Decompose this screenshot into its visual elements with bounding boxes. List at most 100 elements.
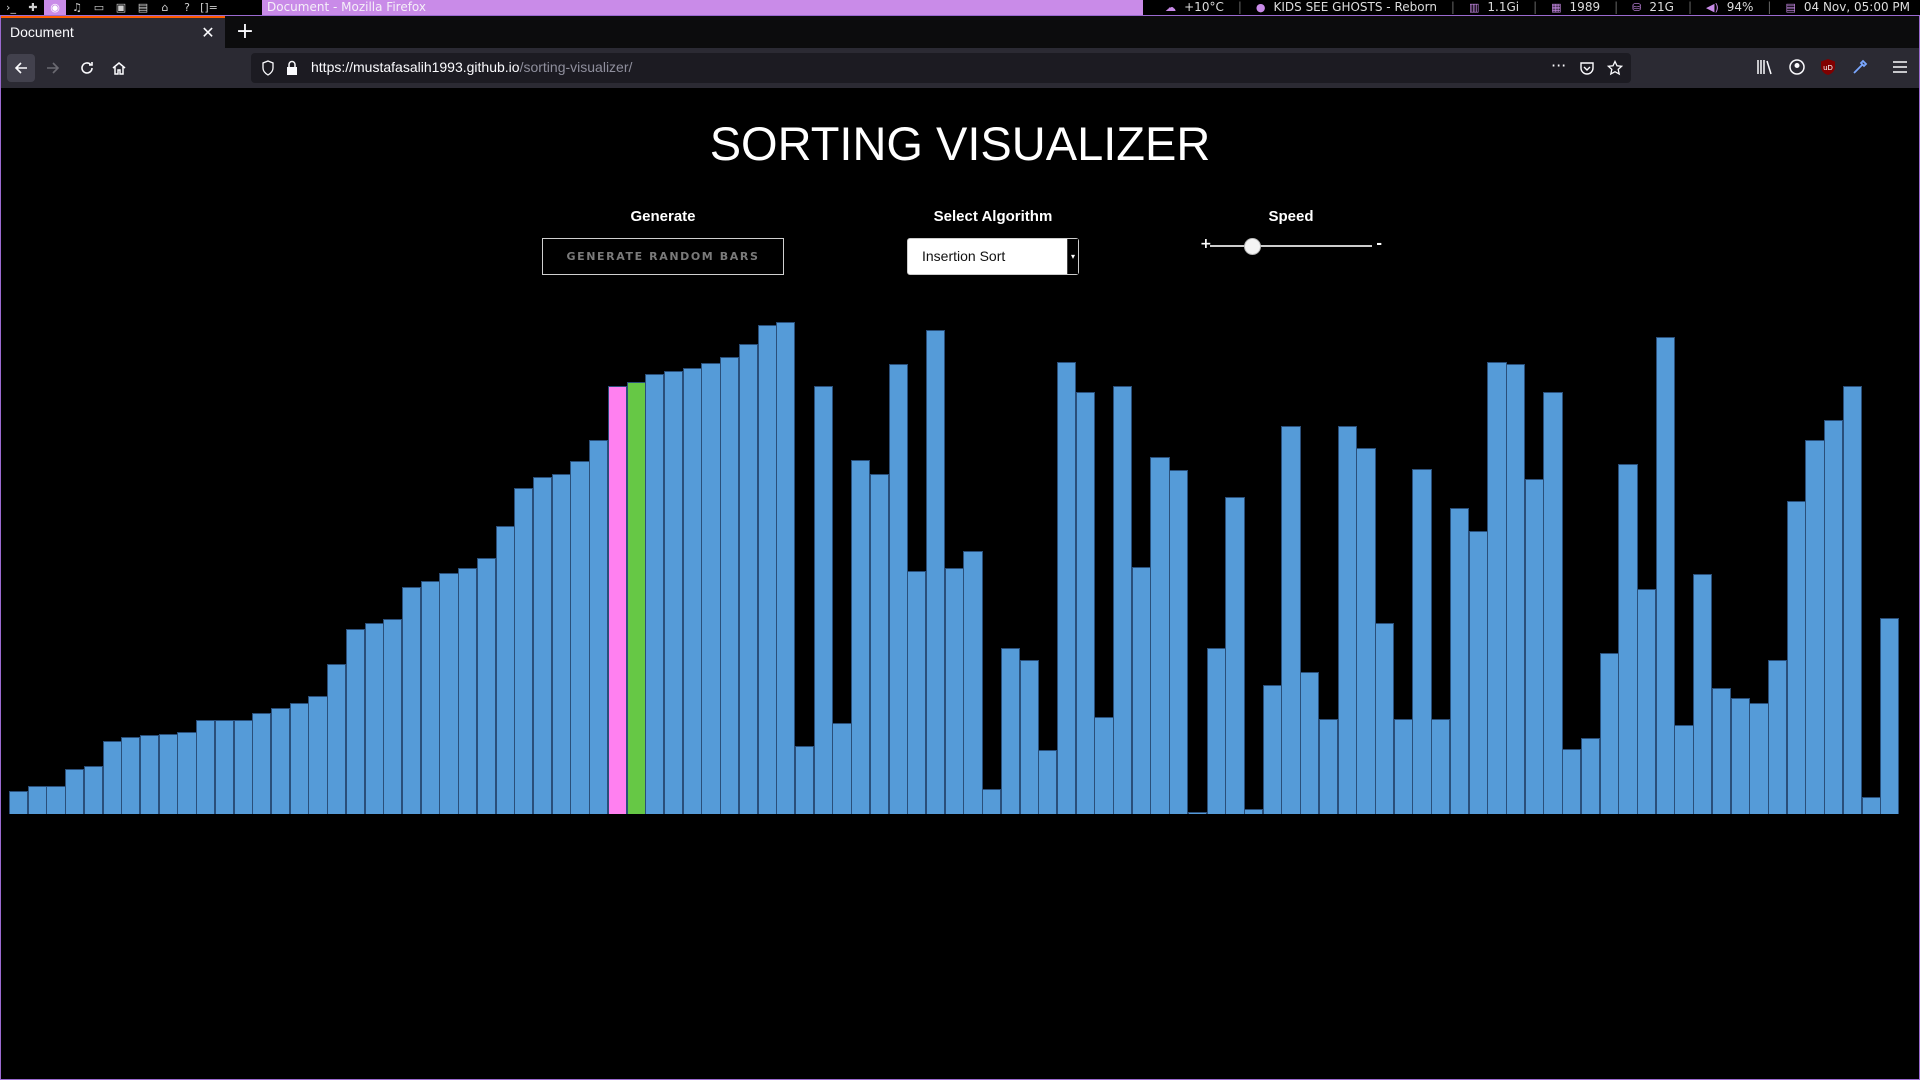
sort-bar xyxy=(1749,702,1769,814)
library-icon[interactable] xyxy=(1756,58,1774,76)
sort-bar xyxy=(1711,688,1732,814)
sort-bar xyxy=(9,790,29,814)
workspace-button[interactable]: []= xyxy=(198,0,220,15)
sort-bar xyxy=(1861,796,1881,814)
sort-bar xyxy=(832,722,852,814)
workspace-list: ›_ ✚ ◉ ♫ ▭ ▣ ▤ ⌂? []= xyxy=(0,0,220,15)
sort-bar xyxy=(1075,391,1095,814)
system-status-bar: ›_ ✚ ◉ ♫ ▭ ▣ ▤ ⌂? []= Document - Mozilla Firefox… xyxy=(0,0,1920,15)
sort-bar xyxy=(532,476,553,814)
sort-bar xyxy=(963,550,983,814)
sort-bar xyxy=(1655,336,1675,814)
workspace-button[interactable]: ▭ xyxy=(88,0,110,15)
sort-bar xyxy=(383,619,403,814)
sort-bar xyxy=(27,785,47,814)
lock-icon[interactable] xyxy=(286,60,298,76)
sort-bar xyxy=(1431,719,1451,814)
sort-bar xyxy=(514,487,534,814)
sort-bar xyxy=(551,474,571,814)
tab-title: Document xyxy=(10,24,74,40)
sort-bar xyxy=(1730,697,1750,814)
reload-icon xyxy=(81,62,93,74)
firefox-window: Document ✕ + https://mustafasalih1993.gi… xyxy=(0,15,1920,1080)
sort-bar xyxy=(589,440,609,814)
sort-bar xyxy=(1000,648,1020,814)
sort-bar xyxy=(458,568,478,814)
workspace-button[interactable]: ⌂ xyxy=(154,0,176,15)
sort-bar xyxy=(233,720,253,814)
ublock-origin-icon[interactable]: uD xyxy=(1819,58,1837,76)
sort-bar xyxy=(1131,567,1151,814)
sort-bar xyxy=(65,769,85,814)
sort-bar xyxy=(1768,660,1788,814)
sort-bar xyxy=(888,363,908,814)
sort-bar xyxy=(738,344,758,814)
volume-icon: ◀) xyxy=(1705,1,1719,14)
hamburger-menu-icon[interactable] xyxy=(1892,58,1908,76)
close-tab-icon[interactable]: ✕ xyxy=(199,23,217,42)
clock-text: 04 Nov, 05:00 PM xyxy=(1803,0,1910,14)
sort-bar xyxy=(1524,478,1544,814)
sort-bar xyxy=(177,731,197,814)
sort-bar xyxy=(158,733,178,814)
workspace-button[interactable]: ? xyxy=(176,0,198,15)
reload-button[interactable] xyxy=(73,54,101,82)
url-path: /sorting-visualizer/ xyxy=(519,59,633,75)
tab-document[interactable]: Document ✕ xyxy=(1,16,225,48)
navigation-toolbar: https://mustafasalih1993.github.io/sorti… xyxy=(1,48,1919,88)
sort-bar xyxy=(1805,440,1825,814)
home-icon xyxy=(112,62,126,75)
pocket-icon[interactable] xyxy=(1579,60,1595,76)
sort-bar xyxy=(1169,470,1189,814)
sort-bar xyxy=(645,374,665,814)
page-actions-icon[interactable]: ··· xyxy=(1551,56,1566,75)
shield-icon[interactable] xyxy=(261,60,275,76)
workspace-button[interactable]: ✚ xyxy=(22,0,44,15)
sort-bar xyxy=(139,734,160,814)
sort-bar xyxy=(102,741,122,814)
clock-module: ▤ 04 Nov, 05:00 PM xyxy=(1785,0,1910,15)
sort-bar xyxy=(1225,497,1245,814)
workspace-button[interactable]: ♫ xyxy=(66,0,88,15)
volume-module[interactable]: ◀) 94% xyxy=(1706,0,1753,15)
music-text: KIDS SEE GHOSTS - Reborn xyxy=(1273,0,1437,14)
workspace-button[interactable]: ▣ xyxy=(110,0,132,15)
sort-bar xyxy=(327,663,347,814)
sort-bar xyxy=(401,587,422,814)
sort-bar xyxy=(663,371,684,814)
memory-text: 1.1Gi xyxy=(1487,0,1520,14)
back-button[interactable] xyxy=(7,54,35,82)
sort-bar xyxy=(46,785,66,814)
sort-bar xyxy=(1113,385,1133,814)
workspace-button[interactable]: ▤ xyxy=(132,0,154,15)
sort-bar xyxy=(1637,589,1657,814)
sort-bar xyxy=(308,695,328,814)
sort-bar xyxy=(570,461,590,814)
sort-bar xyxy=(1150,456,1170,814)
sort-bar xyxy=(813,385,833,814)
sort-bar xyxy=(1038,750,1058,814)
new-tab-button[interactable]: + xyxy=(233,18,257,46)
active-window-title: Document - Mozilla Firefox xyxy=(262,0,1143,15)
bookmark-star-icon[interactable] xyxy=(1607,60,1623,76)
forward-button[interactable] xyxy=(39,54,67,82)
url-text[interactable]: https://mustafasalih1993.github.io/sorti… xyxy=(311,59,632,75)
separator: | xyxy=(1450,0,1455,14)
sort-bar xyxy=(1244,809,1264,814)
disk-text: 21G xyxy=(1649,0,1674,14)
workspace-button[interactable]: ›_ xyxy=(0,0,22,15)
sort-bar xyxy=(1543,391,1563,814)
music-icon: ● xyxy=(1255,1,1266,14)
sort-bar xyxy=(982,788,1002,814)
packages-module: ▦ 1989 xyxy=(1551,0,1600,15)
sort-bar xyxy=(869,474,889,814)
music-module[interactable]: ● KIDS SEE GHOSTS - Reborn xyxy=(1256,0,1437,15)
sort-bar xyxy=(1393,719,1413,814)
workspace-button[interactable]: ◉ xyxy=(44,0,66,15)
sort-bar xyxy=(1468,531,1488,814)
home-button[interactable] xyxy=(105,54,133,82)
color-picker-icon[interactable] xyxy=(1851,58,1869,76)
address-bar[interactable]: https://mustafasalih1993.github.io/sorti… xyxy=(251,53,1631,83)
sort-bar xyxy=(776,321,796,814)
account-icon[interactable] xyxy=(1788,58,1806,76)
